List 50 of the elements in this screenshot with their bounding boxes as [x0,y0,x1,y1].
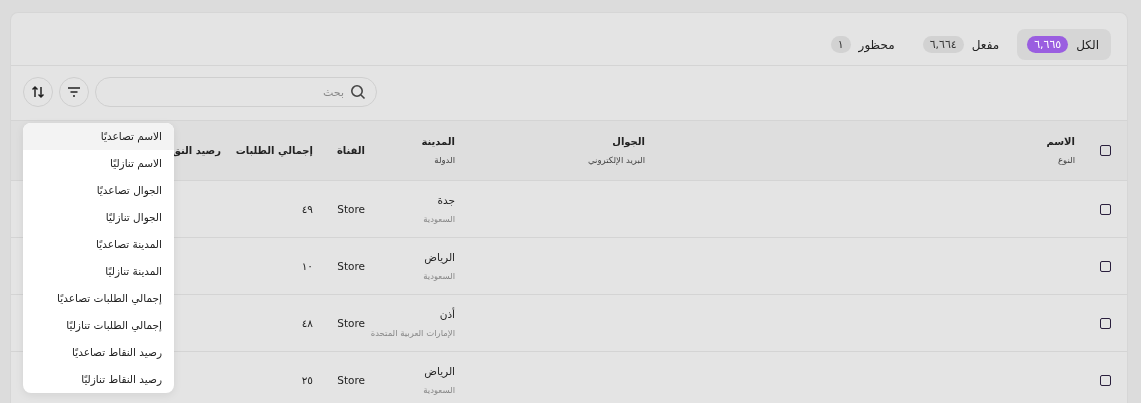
column-title[interactable]: إجمالي الطلبات [235,145,313,156]
select-all-checkbox[interactable] [1100,145,1111,156]
orders-count: ٤٩ [301,203,313,215]
column-title[interactable]: رصيد النق [171,145,221,156]
count-badge: ٦,٦٦٤ [922,36,964,53]
filter-tab[interactable]: محظور ١ [820,29,907,60]
column-subtitle: الدولة [434,155,455,165]
menu-item[interactable]: الاسم تصاعديًا [23,123,174,150]
city-text: أذن [439,308,455,320]
country-text: السعودية [423,214,455,224]
country-text: السعودية [423,385,455,395]
search-field[interactable]: بحث [95,77,377,107]
channel-text: Store [337,374,365,386]
column-title[interactable]: الاسم [1046,136,1075,147]
count-badge: ١ [830,36,851,53]
menu-item[interactable]: المدينة تنازليًا [23,258,174,285]
menu-item[interactable]: إجمالي الطلبات تنازليًا [23,312,174,339]
channel-text: Store [337,260,365,272]
row-checkbox[interactable] [1100,374,1111,386]
city-text: جدة [437,194,455,206]
menu-item[interactable]: رصيد النقاط تنازليًا [23,366,174,393]
column-title[interactable]: القناة [336,145,365,156]
column-subtitle: البريد الإلكتروني [587,155,645,165]
menu-item[interactable]: الجوال تصاعديًا [23,177,174,204]
city-text: الرياض [424,365,455,377]
column-title[interactable]: الجوال [612,136,645,147]
country-text: الإمارات العربية المتحدة [370,328,455,338]
orders-count: ١٠ [301,260,313,272]
filter-tab[interactable]: الكل ٦,٦٦٥ [1017,29,1111,60]
count-badge: ٦,٦٦٥ [1027,36,1069,53]
search-icon [350,84,366,100]
row-checkbox[interactable] [1100,203,1111,215]
column-subtitle: النوع [1058,155,1075,165]
channel-text: Store [337,203,365,215]
menu-item[interactable]: إجمالي الطلبات تصاعديًا [23,285,174,312]
filter-icon [67,87,81,97]
menu-item[interactable]: الاسم تنازليًا [23,150,174,177]
menu-item[interactable]: المدينة تصاعديًا [23,231,174,258]
country-text: السعودية [423,271,455,281]
filter-tab[interactable]: مفعل ٦,٦٦٤ [912,29,1012,60]
sort-icon [31,85,45,99]
menu-item[interactable]: رصيد النقاط تصاعديًا [23,339,174,366]
column-title[interactable]: المدينة [421,136,455,147]
orders-count: ٢٥ [301,374,313,386]
row-checkbox[interactable] [1100,317,1111,329]
orders-count: ٤٨ [301,317,313,329]
channel-text: Store [337,317,365,329]
city-text: الرياض [424,251,455,263]
menu-item[interactable]: الجوال تنازليًا [23,204,174,231]
row-checkbox[interactable] [1100,260,1111,272]
